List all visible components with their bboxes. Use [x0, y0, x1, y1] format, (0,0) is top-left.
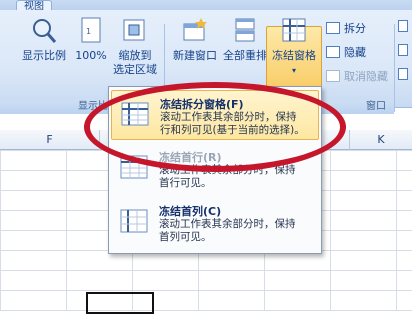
- new-window-icon: [183, 18, 207, 41]
- new-window-button[interactable]: 新建窗口: [170, 16, 220, 63]
- column-header-k[interactable]: K: [350, 130, 412, 150]
- split-button[interactable]: 拆分: [326, 20, 366, 36]
- magnifier-icon: [33, 19, 57, 43]
- svg-text:1: 1: [86, 27, 91, 36]
- freeze-first-column-icon: [120, 209, 148, 233]
- unhide-icon: [326, 70, 340, 82]
- hide-label: 隐藏: [344, 46, 366, 59]
- zoom-selection-icon: [123, 19, 145, 41]
- arrange-all-icon: [235, 18, 255, 42]
- split-label: 拆分: [344, 22, 366, 35]
- menu-item-desc: 滚动工作表其余部分时，保持 首列可见。: [159, 218, 296, 243]
- freeze-panes-content[interactable]: 冻结窗格 ▾: [268, 16, 320, 78]
- zoom-100-button[interactable]: 1 100%: [72, 16, 110, 63]
- menu-item-freeze-first-column[interactable]: 冻结首列(C) 滚动工作表其余部分时，保持 首列可见。: [111, 198, 319, 248]
- arrange-all-label: 全部重排: [223, 49, 267, 62]
- split-icon: [326, 22, 340, 34]
- page-zoom-icon: 1: [81, 17, 101, 43]
- hide-icon: [326, 46, 340, 58]
- zoom-100-label: 100%: [75, 49, 107, 62]
- arrange-all-button[interactable]: 全部重排: [220, 16, 270, 63]
- new-window-label: 新建窗口: [173, 49, 217, 62]
- window-side-icon: [398, 44, 408, 56]
- unhide-label: 取消隐藏: [344, 70, 388, 83]
- zoom-selection-label-1: 缩放到: [118, 49, 152, 62]
- side-icon-3[interactable]: [398, 68, 408, 80]
- freeze-panes-icon: [282, 18, 306, 42]
- menu-item-title: 冻结首列(C): [159, 205, 222, 218]
- side-icon-1[interactable]: [398, 20, 408, 32]
- zoom-selection-label-2: 选定区域: [113, 63, 157, 76]
- side-icon-2[interactable]: [398, 44, 408, 56]
- unhide-button[interactable]: 取消隐藏: [326, 68, 388, 84]
- annotation-ellipse: [84, 82, 346, 172]
- show-ratio-label: 显示比例: [22, 49, 66, 62]
- show-ratio-button[interactable]: 显示比例: [20, 16, 68, 63]
- freeze-panes-label: 冻结窗格: [272, 49, 316, 62]
- window-side-icon: [398, 20, 408, 32]
- group-separator: [394, 24, 395, 112]
- hide-button[interactable]: 隐藏: [326, 44, 366, 60]
- dropdown-arrow-icon: ▾: [291, 66, 296, 75]
- window-side-icon: [398, 68, 408, 80]
- zoom-to-selection-button[interactable]: 缩放到 选定区域: [112, 16, 158, 77]
